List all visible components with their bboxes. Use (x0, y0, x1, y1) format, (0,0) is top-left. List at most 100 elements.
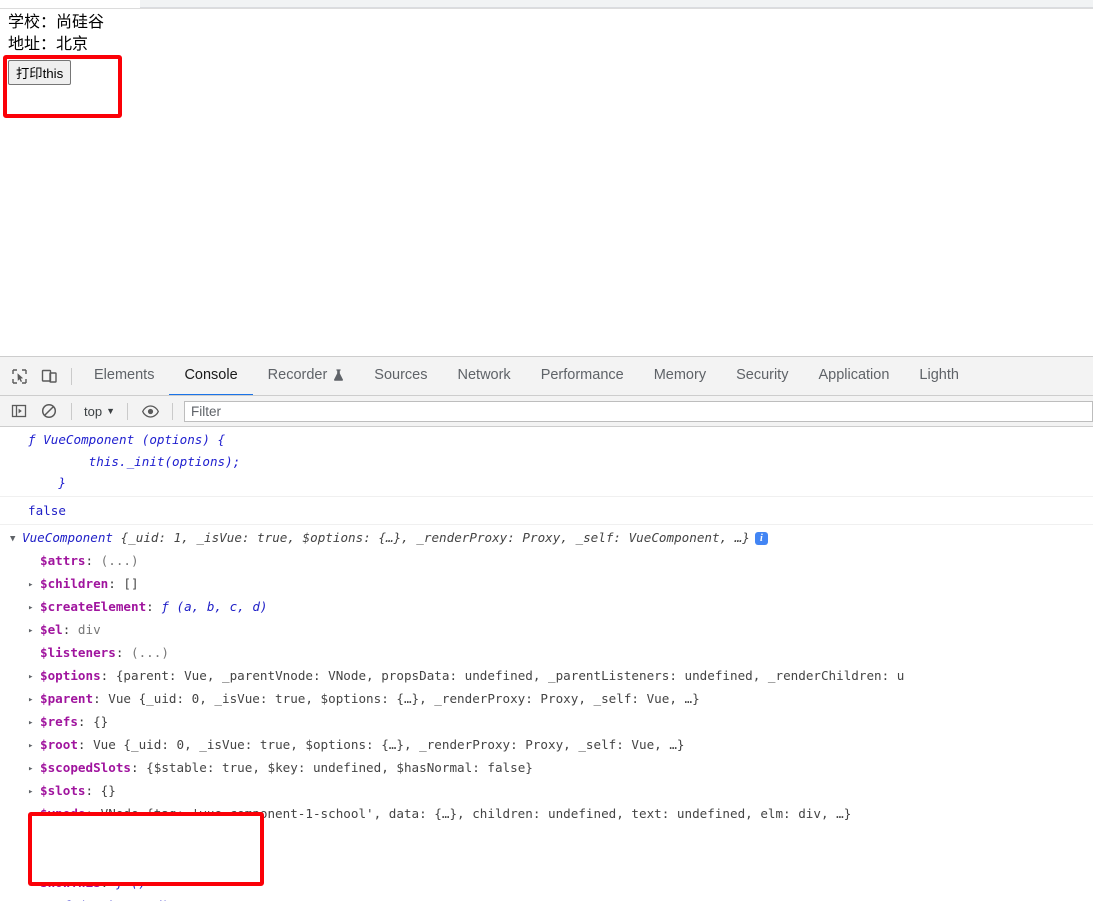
chevron-right-icon[interactable]: ▸ (28, 574, 38, 596)
property-separator: : (62, 621, 78, 637)
console-filter-bar: top ▼ (0, 396, 1093, 427)
property-value: Vue {_uid: 0, _isVue: true, $options: {…… (93, 736, 685, 752)
chevron-down-icon[interactable]: ▼ (10, 528, 20, 550)
tab-console[interactable]: Console (169, 357, 253, 395)
tab-label: Security (736, 367, 789, 383)
property-value: VNode {tag: 'vue-component-1-school', da… (100, 805, 852, 821)
property-value: [] (123, 575, 139, 591)
info-icon[interactable]: i (754, 531, 768, 545)
object-header-row[interactable]: ▼ VueComponent {_uid: 1, _isVue: true, $o… (0, 527, 1093, 550)
screen-root: 学校：尚硅谷 地址：北京 打印this Elements Console Rec… (0, 0, 1093, 901)
clear-console-icon[interactable] (34, 397, 64, 425)
object-property-row[interactable]: ▸ $scopedSlots: {$stable: true, $key: und… (0, 757, 1093, 780)
filter-input[interactable] (184, 400, 1093, 422)
property-separator: : (131, 759, 147, 775)
object-property-row[interactable]: ▸ $el: div (0, 619, 1093, 642)
property-name: $attrs (40, 552, 86, 568)
chevron-right-icon[interactable]: ▸ (28, 758, 38, 780)
object-property-row[interactable]: ▸c: ƒ (a, b, c, d) (0, 895, 1093, 901)
chevron-right-icon[interactable]: ▸ (28, 689, 38, 711)
object-property-row[interactable]: ▸ $parent: Vue {_uid: 0, _isVue: true, $o… (0, 688, 1093, 711)
chevron-right-icon[interactable]: ▸ (28, 666, 38, 688)
execution-context-selector[interactable]: top ▼ (79, 402, 120, 421)
property-separator: : (77, 713, 94, 729)
tab-label: Console (184, 367, 238, 383)
function-source-text: ƒ VueComponent (options) { this._init(op… (28, 432, 241, 490)
chevron-right-icon[interactable]: ▸ (28, 804, 38, 826)
tab-recorder[interactable]: Recorder (253, 357, 360, 395)
page-viewport: 学校：尚硅谷 地址：北京 打印this (0, 9, 1093, 356)
chevron-down-icon: ▼ (106, 405, 115, 416)
object-property-row[interactable]: $listeners: (...) (0, 642, 1093, 665)
tab-memory[interactable]: Memory (639, 357, 721, 395)
property-value: (...) (100, 552, 139, 568)
property-separator: : (77, 736, 94, 752)
console-log-boolean[interactable]: false (0, 497, 1093, 525)
toolbar-divider (71, 367, 72, 385)
no-expander (28, 827, 38, 849)
no-expander (28, 551, 38, 573)
object-property-row[interactable]: ▸ $options: {parent: Vue, _parentVnode: V… (0, 665, 1093, 688)
object-property-row[interactable]: schoolName: (...) (0, 849, 1093, 872)
console-log-object[interactable]: ▼ VueComponent {_uid: 1, _isVue: true, $o… (0, 525, 1093, 901)
object-property-row[interactable]: ▸ $slots: {} (0, 780, 1093, 803)
boolean-value-text: false (28, 502, 66, 518)
tab-label: Lighth (919, 367, 959, 383)
property-separator: : (115, 644, 131, 660)
chevron-right-icon[interactable]: ▸ (28, 781, 38, 803)
console-sidebar-icon[interactable] (4, 397, 34, 425)
print-this-button[interactable]: 打印this (8, 60, 72, 85)
tab-performance[interactable]: Performance (526, 357, 639, 395)
property-value: {$stable: true, $key: undefined, $hasNor… (146, 759, 533, 775)
live-expression-icon[interactable] (135, 397, 165, 425)
property-separator: : (138, 828, 154, 844)
property-separator: : (108, 575, 124, 591)
property-name: $slots (40, 782, 86, 798)
tab-network[interactable]: Network (443, 357, 526, 395)
property-name: $el (40, 621, 63, 637)
object-property-row[interactable]: ▸ showThis: ƒ () (0, 872, 1093, 895)
inspect-element-icon[interactable] (4, 362, 34, 390)
property-value: {} (100, 782, 116, 798)
object-property-row[interactable]: ▸ $createElement: ƒ (a, b, c, d) (0, 596, 1093, 619)
device-toolbar-icon[interactable] (34, 362, 64, 390)
chevron-right-icon[interactable]: ▸ (28, 597, 38, 619)
console-log-function[interactable]: ƒ VueComponent (options) { this._init(op… (0, 427, 1093, 497)
property-separator: : (85, 805, 101, 821)
property-name: $root (40, 736, 78, 752)
object-property-row[interactable]: ▸ $children: [] (0, 573, 1093, 596)
property-value: (...) (131, 644, 169, 660)
filterbar-divider-3 (172, 402, 173, 420)
chevron-right-icon[interactable]: ▸ (28, 620, 38, 642)
browser-chrome-strip (0, 0, 1093, 9)
chevron-right-icon[interactable]: ▸ (28, 712, 38, 734)
tab-sources[interactable]: Sources (359, 357, 442, 395)
flask-icon (333, 368, 344, 382)
object-properties-list: $attrs: (...) ▸ $children: [] ▸ $createEleme… (0, 550, 1093, 901)
tab-application[interactable]: Application (803, 357, 904, 395)
property-value: (...) (153, 828, 192, 844)
tab-security[interactable]: Security (721, 357, 803, 395)
property-separator: : (93, 690, 109, 706)
no-expander (28, 643, 38, 665)
property-name: $scopedSlots (40, 759, 131, 775)
object-property-row[interactable]: schoolAddress: (...) (0, 826, 1093, 849)
chevron-right-icon[interactable]: ▸ (28, 896, 38, 901)
chevron-right-icon[interactable]: ▸ (28, 735, 38, 757)
object-preview-text: {_uid: 1, _isVue: true, $options: {…}, _… (113, 529, 750, 545)
object-property-row[interactable]: $attrs: (...) (0, 550, 1093, 573)
object-constructor-name: VueComponent (22, 529, 113, 545)
chevron-right-icon[interactable]: ▸ (28, 873, 38, 895)
property-name: $children (40, 575, 109, 591)
tab-label: Recorder (267, 367, 328, 383)
property-value: Vue {_uid: 0, _isVue: true, $options: {…… (108, 690, 700, 706)
property-value: ƒ (a, b, c, d) (63, 898, 169, 901)
object-property-row[interactable]: ▸ $refs: {} (0, 711, 1093, 734)
tab-elements[interactable]: Elements (79, 357, 169, 395)
context-label: top (84, 403, 103, 419)
object-property-row[interactable]: ▸ $vnode: VNode {tag: 'vue-component-1-sc… (0, 803, 1093, 826)
tab-lighthouse[interactable]: Lighth (904, 357, 974, 395)
object-property-row[interactable]: ▸ $root: Vue {_uid: 0, _isVue: true, $opt… (0, 734, 1093, 757)
tab-label: Memory (653, 367, 707, 383)
no-expander (28, 850, 38, 872)
